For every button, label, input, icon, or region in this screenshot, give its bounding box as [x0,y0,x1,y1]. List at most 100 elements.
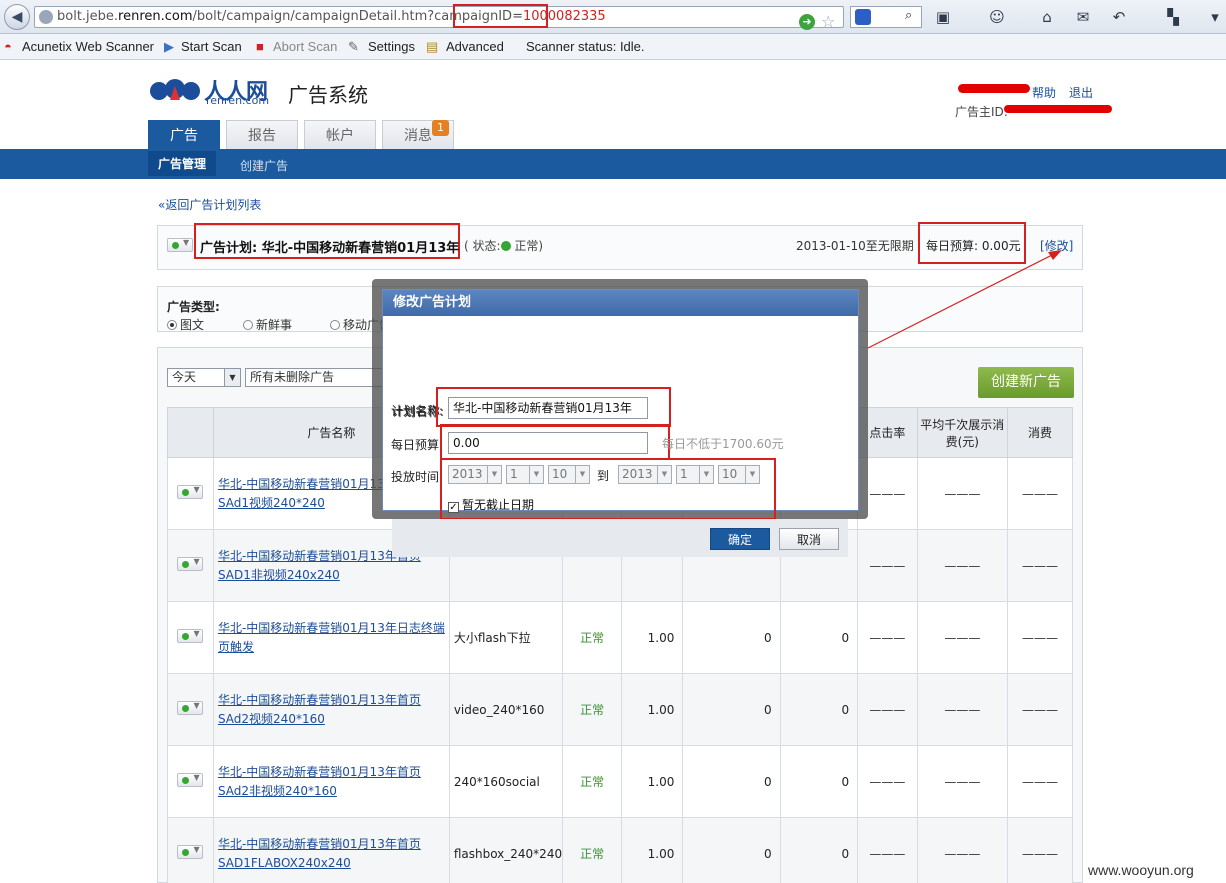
go-arrow-icon[interactable]: ➜ [799,14,815,30]
subnav-create-ad[interactable]: 创建广告 [240,157,288,174]
ad-cpm: ——— [944,486,981,501]
ad-clicks: 0 [841,774,850,789]
ad-toggle-switch[interactable]: ▼ [177,629,204,643]
back-arrow-icon[interactable]: ◀ [4,4,30,30]
redaction-mark [1004,105,1112,113]
confirm-button[interactable]: 确定 [710,528,770,550]
watermark: www.wooyun.org [1088,862,1194,878]
ad-name-link[interactable]: 华北-中国移动新春营销01月13年日志终端页触发 [218,621,445,654]
ad-ctr-cell: ——— [857,601,918,674]
ad-bid-cell: 1.00 [621,745,684,818]
ad-impressions: 0 [764,702,772,717]
logout-link[interactable]: 退出 [1069,84,1093,101]
cancel-button[interactable]: 取消 [779,528,839,550]
ad-impressions-cell: 0 [682,601,781,674]
ad-type: 大小flash下拉 [453,630,531,645]
browser-toolbar: ◀ bolt.jebe.renren.com/bolt/campaign/cam… [0,0,1226,34]
history-icon[interactable]: ↶ [1110,8,1128,26]
redaction-mark [958,84,1030,93]
ad-toggle-switch[interactable]: ▼ [177,845,204,859]
ad-toggle-switch[interactable]: ▼ [177,557,204,571]
ad-impressions: 0 [764,774,772,789]
ad-ctr-cell: ——— [857,745,918,818]
ad-cpm-cell: ——— [916,457,1008,530]
no-end-date-checkbox[interactable]: ✓ 暂无截止日期 [448,496,534,513]
ad-cpm-cell: ——— [916,817,1008,883]
ad-toggle-cell: ▼ [167,817,214,883]
ad-type: video_240*160 [453,702,545,717]
tab-account[interactable]: 帐户 [304,120,376,150]
ad-type-cell: flashbox_240*240 [448,817,564,883]
search-box[interactable]: ⌕ [850,6,922,28]
ad-cpm-cell: ——— [916,745,1008,818]
ad-ctr: ——— [869,846,906,861]
apps-grid-icon[interactable]: ▚ [1164,8,1182,26]
ad-toggle-switch[interactable]: ▼ [177,701,204,715]
ad-ctr-cell: ——— [857,529,918,602]
ad-clicks: 0 [841,846,850,861]
screenshot-icon[interactable]: ▣ [934,8,952,26]
ad-name-link[interactable]: 华北-中国移动新春营销01月13年首页SAD1FLABOX240x240 [218,837,421,870]
ad-toggle-switch[interactable]: ▼ [177,773,204,787]
message-count-badge: 1 [432,120,449,136]
ad-cost: ——— [1021,558,1058,573]
budget-input-highlight-box [440,424,670,460]
advanced-icon: ▤ [426,39,439,54]
ad-status: 正常 [580,703,605,717]
settings-button[interactable]: Settings [368,39,415,54]
globe-icon [39,10,53,24]
ad-status: 正常 [580,847,605,861]
ad-cost: ——— [1021,630,1058,645]
advanced-button[interactable]: Advanced [446,39,504,54]
status-ok-icon [500,241,511,251]
status-filter-select[interactable]: 所有未删除广告 [245,368,385,387]
bookmark-star-icon[interactable]: ☆ [821,12,835,31]
smiley-icon[interactable]: ☺ [988,8,1006,26]
ad-toggle-cell: ▼ [167,673,214,746]
ad-name-link[interactable]: 华北-中国移动新春营销01月13年首页SAd2视频240*160 [218,693,421,726]
ad-ctr: ——— [869,630,906,645]
ad-cpm: ——— [944,630,981,645]
mail-icon[interactable]: ✉ [1074,8,1092,26]
dialog-footer: 确定 取消 [392,519,848,557]
ad-toggle-switch[interactable]: ▼ [177,485,204,499]
create-new-ad-button[interactable]: 创建新广告 [978,367,1074,398]
ad-ctr-cell: ——— [857,673,918,746]
menu-chevron-icon[interactable]: ▾ [1206,8,1224,26]
acunetix-label[interactable]: Acunetix Web Scanner [22,39,154,54]
help-link[interactable]: 帮助 [1032,84,1056,101]
renren-logo-icon[interactable] [150,76,200,106]
tab-ads[interactable]: 广告 [148,120,220,151]
abort-scan-button[interactable]: Abort Scan [273,39,337,54]
ad-ctr: ——— [869,774,906,789]
subnav-ad-management[interactable]: 广告管理 [148,151,217,176]
table-row: ▼ 华北-中国移动新春营销01月13年首页SAd2视频240*160 video_2… [167,673,1074,746]
ad-impressions-cell: 0 [682,745,781,818]
ad-cost: ——— [1021,702,1058,717]
ad-ctr: ——— [869,702,906,717]
logo-domain: renren.com [206,94,270,107]
ad-ctr-cell: ——— [857,817,918,883]
table-row: ▼ 华北-中国移动新春营销01月13年日志终端页触发 大小flash下拉 正常 1.00… [167,601,1074,674]
date-filter-select[interactable]: 今天 ▼ [167,368,241,387]
campaign-toggle[interactable]: ▼ [167,238,193,252]
ad-name-link[interactable]: 华北-中国移动新春营销01月13年首页SAD1非视频240x240 [218,549,421,582]
ad-cost-cell: ——— [1006,673,1074,746]
plan-name-highlight-box [436,387,671,427]
ad-type-option-image-text[interactable]: 图文 [167,316,204,333]
modify-campaign-link[interactable]: [修改] [1040,237,1073,254]
magnifier-icon[interactable]: ⌕ [905,8,912,23]
home-icon[interactable]: ⌂ [1038,8,1056,26]
dialog-title[interactable]: 修改广告计划 [383,290,858,316]
ad-type-option-news-feed[interactable]: 新鲜事 [243,316,292,333]
ad-type-cell: 大小flash下拉 [448,601,564,674]
ad-cost-cell: ——— [1006,601,1074,674]
tab-reports[interactable]: 报告 [226,120,298,150]
address-bar[interactable]: bolt.jebe.renren.com/bolt/campaign/campa… [34,6,869,31]
search-engine-logo-icon[interactable] [855,9,871,25]
back-to-campaign-list-link[interactable]: «返回广告计划列表 [158,196,261,213]
ad-name-link[interactable]: 华北-中国移动新春营销01月13年首页SAd2非视频240*160 [218,765,421,798]
ad-bid-cell: 1.00 [621,601,684,674]
ad-status: 正常 [580,775,605,789]
start-scan-button[interactable]: Start Scan [181,39,242,54]
